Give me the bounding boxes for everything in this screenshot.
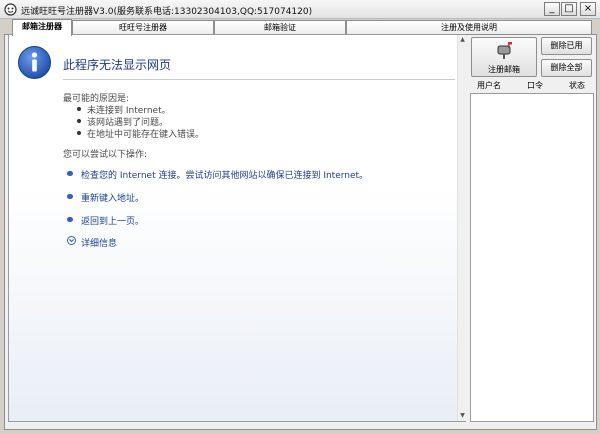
tab-email-register[interactable]: 邮箱注册器 bbox=[12, 19, 72, 36]
delete-used-button[interactable]: 删除已用 bbox=[541, 37, 592, 55]
column-header-status[interactable]: 状态 bbox=[569, 80, 585, 91]
tab-wangwang-register[interactable]: 旺旺号注册器 bbox=[72, 20, 214, 35]
scroll-up-icon[interactable]: ▲ bbox=[458, 35, 467, 45]
reason-item: 该网站遇到了问题。 bbox=[75, 115, 204, 128]
details-label: 详细信息 bbox=[81, 239, 118, 249]
divider bbox=[63, 79, 455, 80]
bullet-icon bbox=[67, 194, 73, 199]
reason-item: 未连接到 Internet。 bbox=[75, 103, 204, 116]
tab-bar: 邮箱注册器 旺旺号注册器 邮箱验证 注册及使用说明 bbox=[4, 19, 597, 36]
register-email-label: 注册邮箱 bbox=[488, 65, 520, 74]
chevron-down-icon bbox=[67, 236, 76, 245]
action-label: 重新键入地址。 bbox=[81, 194, 145, 204]
error-title: 此程序无法显示网页 bbox=[63, 58, 172, 72]
browser-pane[interactable]: 此程序无法显示网页 最可能的原因是: 未连接到 Internet。 该网站遇到了… bbox=[8, 34, 466, 422]
bullet-icon bbox=[67, 171, 73, 176]
title-bar: 远诚旺旺号注册器V3.0(服务联系电话:13302304103,QQ:51707… bbox=[0, 0, 600, 19]
tab-instructions[interactable]: 注册及使用说明 bbox=[346, 20, 592, 35]
account-list[interactable] bbox=[470, 93, 594, 422]
action-label: 返回到上一页。 bbox=[81, 217, 145, 227]
column-header-username[interactable]: 用户名 bbox=[477, 80, 501, 91]
try-heading: 您可以尝试以下操作: bbox=[63, 150, 148, 160]
minimize-button[interactable]: _ bbox=[544, 2, 560, 16]
tab-email-verify[interactable]: 邮箱验证 bbox=[214, 20, 346, 35]
maximize-button[interactable]: □ bbox=[561, 2, 577, 16]
delete-all-button[interactable]: 删除全部 bbox=[541, 59, 592, 77]
vertical-scrollbar[interactable]: ▲ ▼ bbox=[457, 35, 466, 421]
mailbox-icon bbox=[497, 42, 512, 59]
close-button[interactable]: × bbox=[580, 2, 596, 16]
reason-item: 在地址中可能存在键入错误。 bbox=[75, 127, 204, 140]
action-label: 检查您的 Internet 连接。尝试访问其他网站以确保已连接到 Interne… bbox=[81, 171, 369, 181]
info-icon bbox=[18, 46, 51, 79]
column-header-password[interactable]: 口令 bbox=[527, 80, 543, 91]
app-icon bbox=[4, 3, 17, 16]
scroll-down-icon[interactable]: ▼ bbox=[458, 411, 467, 421]
register-email-button[interactable]: 注册邮箱 bbox=[471, 37, 537, 77]
window-title: 远诚旺旺号注册器V3.0(服务联系电话:13302304103,QQ:51707… bbox=[21, 7, 313, 17]
reason-list: 未连接到 Internet。 该网站遇到了问题。 在地址中可能存在键入错误。 bbox=[75, 103, 204, 140]
bullet-icon bbox=[67, 217, 73, 222]
